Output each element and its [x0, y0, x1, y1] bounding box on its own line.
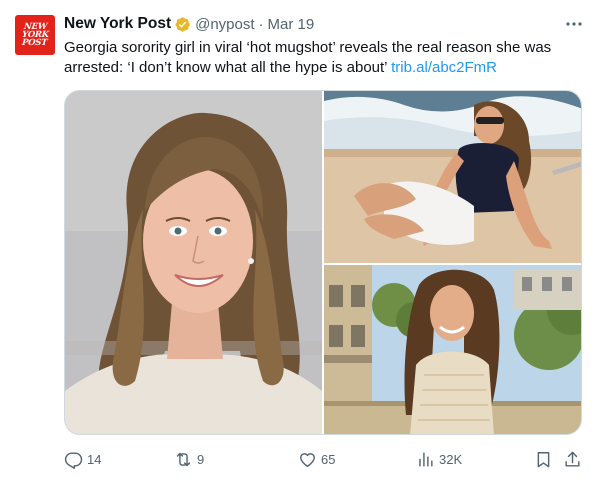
boat-illustration	[324, 91, 581, 263]
retweet-count: 9	[197, 451, 205, 467]
like-count: 65	[321, 451, 336, 467]
tweet-actions: 14 9 65 32K	[64, 447, 582, 471]
retweet-icon	[176, 452, 191, 466]
more-button[interactable]	[563, 13, 585, 35]
views-count: 32K	[439, 451, 463, 467]
account-handle[interactable]: @nypost	[195, 16, 254, 33]
reply-count: 14	[87, 451, 102, 467]
verified-badge-icon[interactable]	[174, 16, 191, 33]
separator-dot: ·	[258, 15, 264, 33]
tweet-date[interactable]: Mar 19	[268, 16, 315, 33]
tweet[interactable]: NEW YORK POST New York Post @nypost · Ma…	[0, 0, 598, 483]
bookmark-button[interactable]	[534, 447, 553, 471]
paris-illustration	[324, 265, 581, 434]
more-horizontal-icon	[566, 22, 582, 26]
tweet-text: Georgia sorority girl in viral ‘hot mugs…	[64, 38, 580, 78]
like-button[interactable]: 65	[298, 447, 335, 471]
avatar[interactable]: NEW YORK POST	[15, 15, 55, 55]
paris-photo[interactable]	[324, 265, 581, 434]
retweet-button[interactable]: 9	[174, 447, 204, 471]
reply-icon	[64, 451, 83, 469]
heart-icon	[300, 452, 315, 467]
bookmark-icon	[537, 451, 550, 467]
mugshot-illustration	[65, 91, 322, 434]
share-button[interactable]	[563, 447, 582, 471]
tweet-header: New York Post @nypost · Mar 19	[64, 13, 314, 35]
mugshot-photo[interactable]	[65, 91, 322, 434]
tweet-link[interactable]: trib.al/abc2FmR	[391, 59, 497, 76]
views-chart-icon	[419, 451, 433, 467]
avatar-line-3: POST	[21, 38, 49, 48]
account-name[interactable]: New York Post	[64, 15, 171, 33]
views-button[interactable]: 32K	[416, 447, 462, 471]
media-grid	[64, 90, 582, 435]
share-icon	[565, 451, 580, 467]
reply-button[interactable]: 14	[64, 447, 101, 471]
boat-photo[interactable]	[324, 91, 581, 263]
